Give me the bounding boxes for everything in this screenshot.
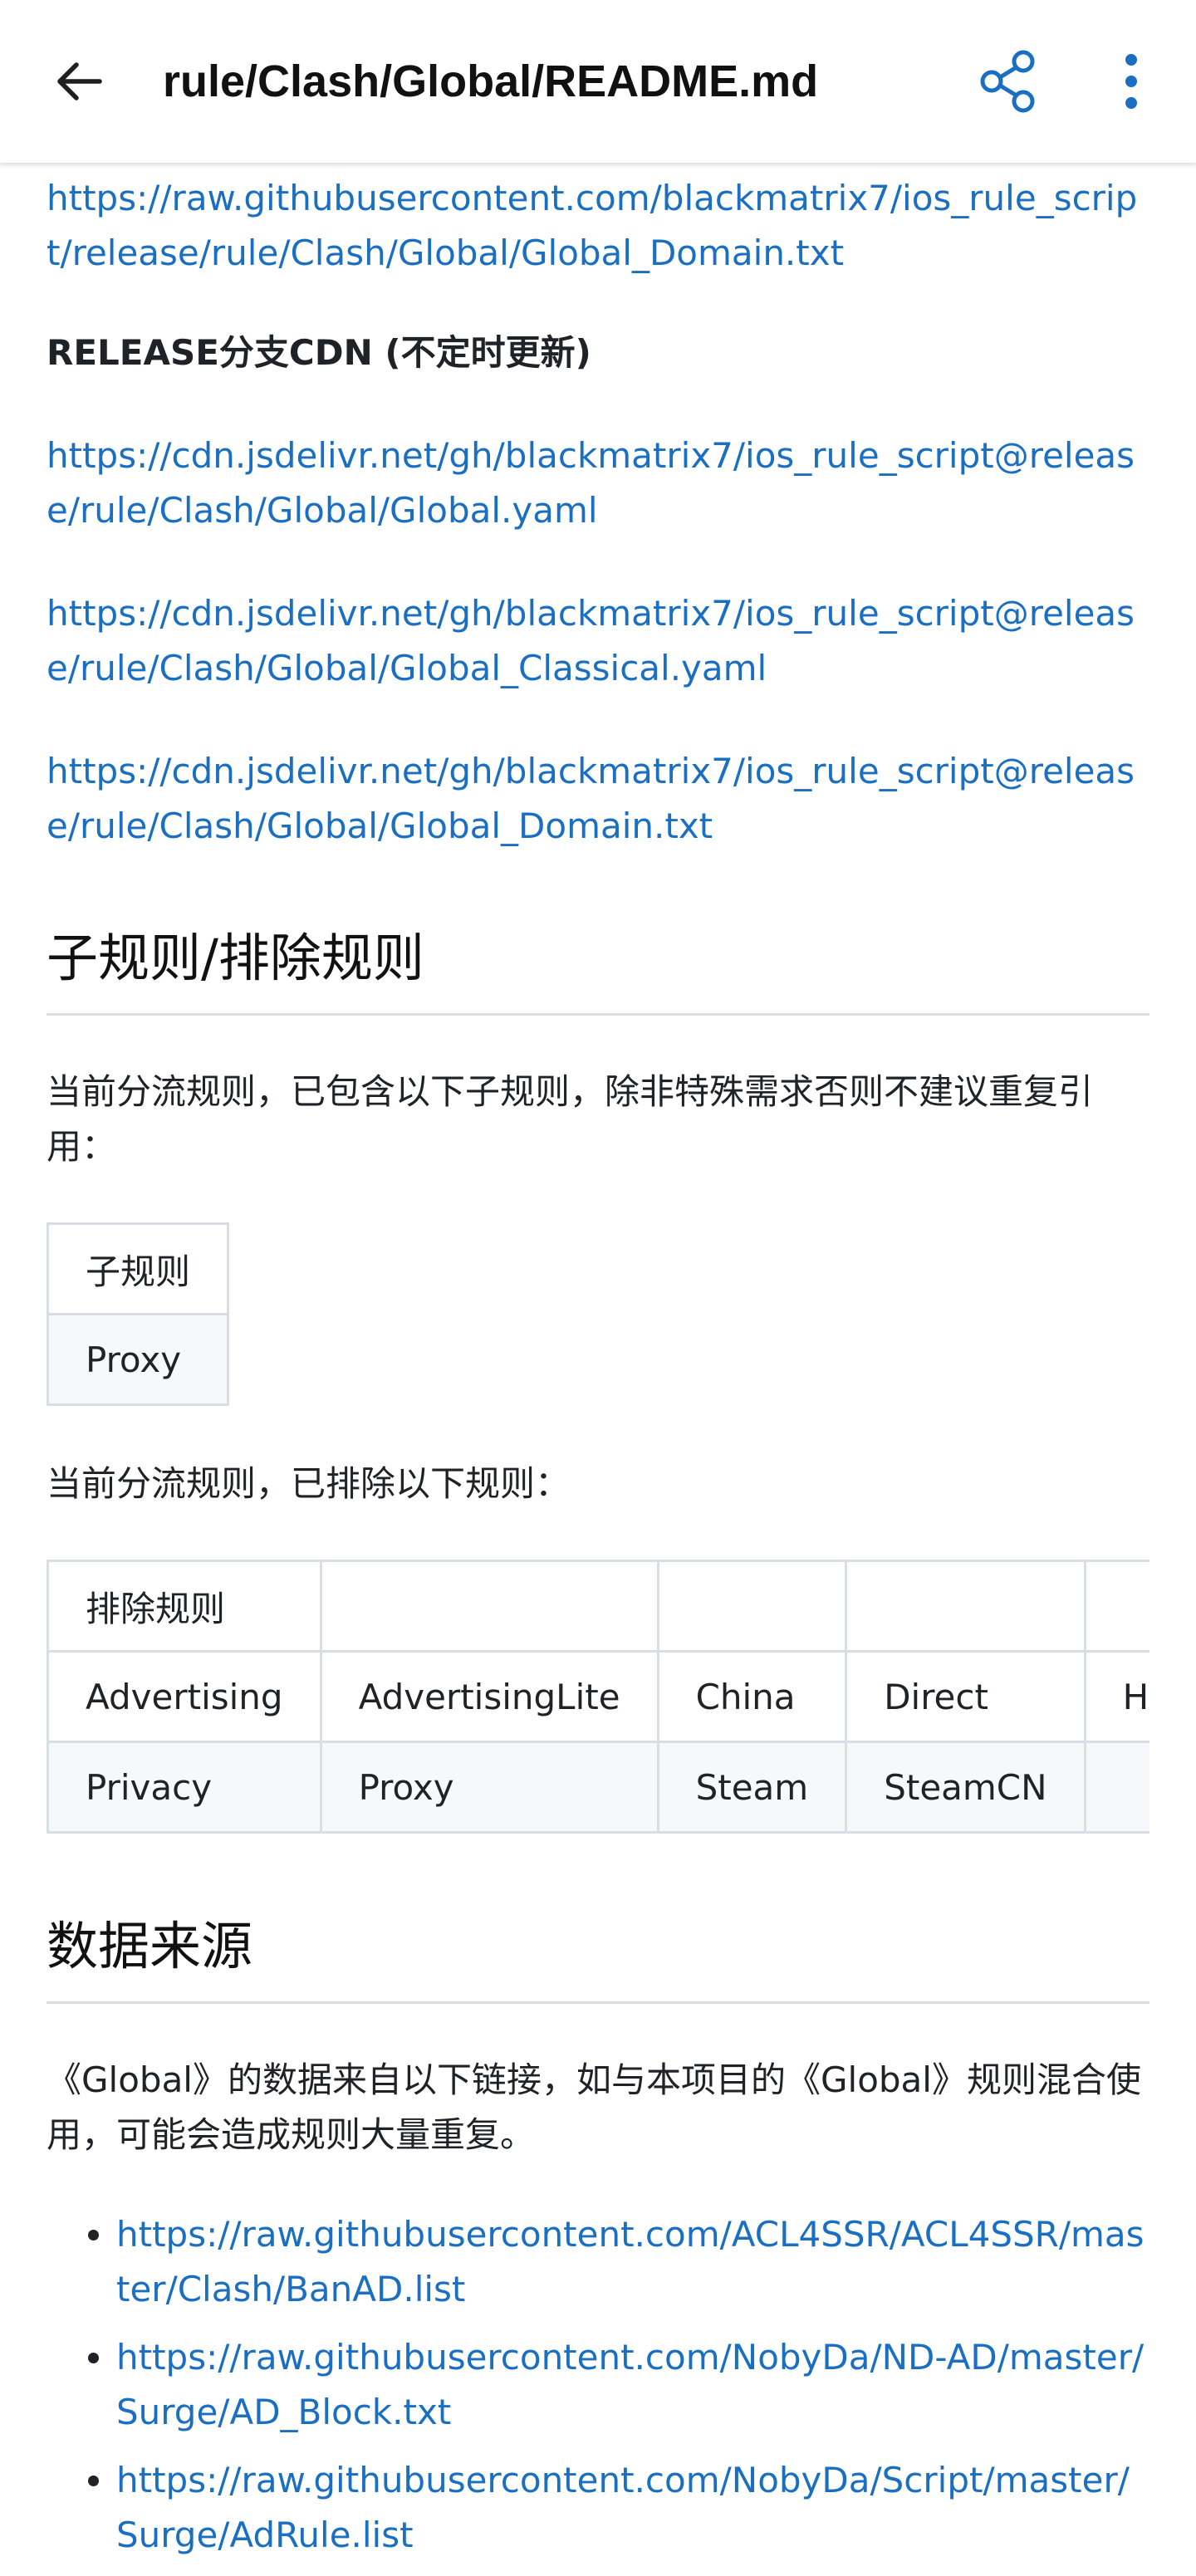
data-source-link-list: https://raw.githubusercontent.com/ACL4SS…: [47, 2207, 1149, 2576]
section-divider: [47, 2001, 1149, 2004]
page-title: rule/Clash/Global/README.md: [163, 56, 819, 106]
bullet-icon: [88, 2476, 99, 2486]
table-header-exclude-rules: 排除规则: [47, 1560, 322, 1653]
table-cell: AdvertisingLite: [319, 1650, 659, 1743]
table-header-empty: [656, 1560, 848, 1653]
table-cell: Steam: [656, 1741, 848, 1834]
section-divider: [47, 1013, 1149, 1016]
release-cdn-label: RELEASE分支CDN (不定时更新): [47, 332, 591, 373]
exclude-rules-table: 排除规则 Advertising AdvertisingLite China D…: [47, 1560, 1149, 1834]
cdn-link-global-domain-txt[interactable]: https://cdn.jsdelivr.net/gh/blackmatrix7…: [47, 751, 1135, 846]
exclude-rules-intro: 当前分流规则，已排除以下规则：: [47, 1463, 571, 1504]
sub-rules-table: 子规则 Proxy: [46, 1222, 230, 1406]
list-item: https://raw.githubusercontent.com/NobyDa…: [47, 2453, 1149, 2563]
data-source-link[interactable]: https://raw.githubusercontent.com/NobyDa…: [116, 2337, 1144, 2432]
table-header-empty: [1083, 1560, 1149, 1653]
table-cell: Privacy: [47, 1741, 322, 1834]
cdn-link-global-classical-yaml[interactable]: https://cdn.jsdelivr.net/gh/blackmatrix7…: [47, 593, 1135, 688]
table-header-sub-rules: 子规则: [46, 1222, 230, 1315]
more-vert-icon[interactable]: [1113, 47, 1149, 116]
table-cell: Proxy: [46, 1313, 230, 1406]
arrow-back-icon[interactable]: [47, 48, 113, 115]
table-cell: China: [656, 1650, 848, 1743]
data-source-link[interactable]: https://raw.githubusercontent.com/ACL4SS…: [116, 2214, 1145, 2309]
data-source-intro: 《Global》的数据来自以下链接，如与本项目的《Global》规则混合使用，可…: [47, 2059, 1141, 2155]
share-icon[interactable]: [973, 47, 1043, 116]
section-heading-sub-rules: 子规则/排除规则: [47, 928, 424, 988]
cdn-link-paragraph: https://cdn.jsdelivr.net/gh/blackmatrix7…: [47, 429, 1149, 538]
global-domain-raw-link[interactable]: https://raw.githubusercontent.com/blackm…: [47, 178, 1137, 273]
table-cell: H: [1083, 1650, 1149, 1743]
cdn-link-paragraph: https://cdn.jsdelivr.net/gh/blackmatrix7…: [47, 586, 1149, 696]
cdn-link-global-yaml[interactable]: https://cdn.jsdelivr.net/gh/blackmatrix7…: [47, 435, 1135, 531]
top-link-paragraph: https://raw.githubusercontent.com/blackm…: [47, 171, 1149, 281]
section-heading-data-source: 数据来源: [47, 1916, 253, 1976]
table-header-empty: [319, 1560, 659, 1653]
table-cell: Direct: [845, 1650, 1086, 1743]
table-cell: SteamCN: [845, 1741, 1086, 1834]
table-cell: [1083, 1741, 1149, 1834]
app-bar: rule/Clash/Global/README.md: [0, 0, 1196, 163]
exclude-rules-table-scroll[interactable]: 排除规则 Advertising AdvertisingLite China D…: [47, 1560, 1149, 1842]
bullet-icon: [88, 2353, 99, 2363]
cdn-link-paragraph: https://cdn.jsdelivr.net/gh/blackmatrix7…: [47, 744, 1149, 854]
table-header-empty: [845, 1560, 1086, 1653]
table-cell: Proxy: [319, 1741, 659, 1834]
sub-rules-intro: 当前分流规则，已包含以下子规则，除非特殊需求否则不建议重复引用：: [47, 1071, 1094, 1167]
list-item: https://raw.githubusercontent.com/ACL4SS…: [47, 2207, 1149, 2317]
list-item: https://raw.githubusercontent.com/NobyDa…: [47, 2330, 1149, 2440]
table-cell: Advertising: [47, 1650, 322, 1743]
bullet-icon: [88, 2230, 99, 2241]
data-source-link[interactable]: https://raw.githubusercontent.com/NobyDa…: [116, 2460, 1130, 2555]
